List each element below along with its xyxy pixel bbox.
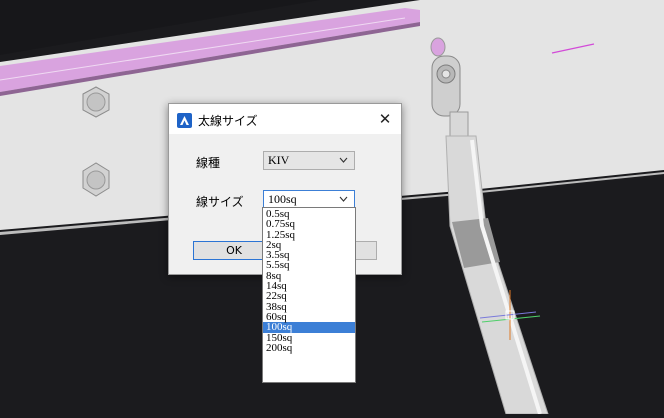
wire-type-select[interactable]: KIV	[263, 151, 355, 170]
app-logo-icon	[177, 113, 192, 128]
wire-size-label: 線サイズ	[196, 195, 244, 209]
chevron-down-icon	[339, 157, 348, 163]
bolt-top	[82, 86, 110, 118]
wire-type-value: KIV	[268, 153, 290, 167]
close-button[interactable]: ✕	[373, 108, 397, 130]
dialog-title: 太線サイズ	[198, 114, 258, 128]
wire-size-dropdown-list[interactable]: 0.5sq 0.75sq 1.25sq 2sq 3.5sq 5.5sq 8sq …	[262, 207, 356, 383]
wire-size-value: 100sq	[268, 192, 297, 206]
dropdown-option[interactable]: 200sq	[263, 342, 355, 353]
wire-type-label: 線種	[196, 156, 221, 170]
dialog-titlebar[interactable]: 太線サイズ ✕	[169, 104, 401, 134]
chevron-down-icon	[339, 196, 348, 202]
